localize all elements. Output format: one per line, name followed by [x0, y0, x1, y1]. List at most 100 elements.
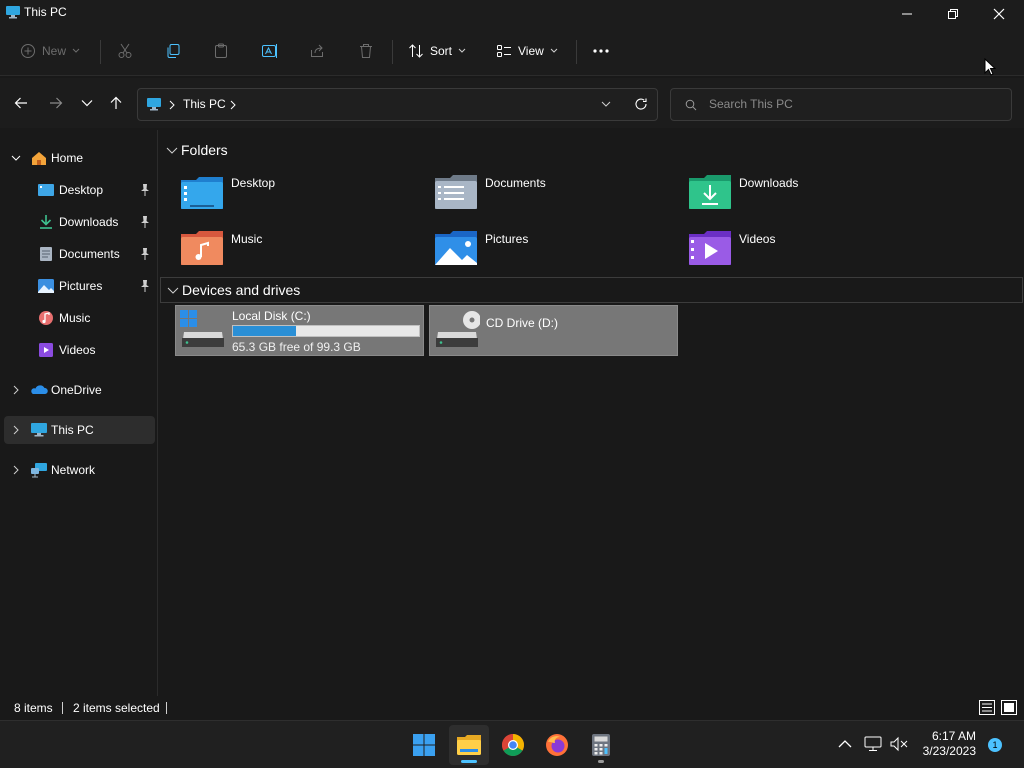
taskbar-file-explorer[interactable]	[449, 725, 489, 765]
folder-pictures[interactable]: Pictures	[434, 228, 684, 278]
folder-desktop[interactable]: Desktop	[180, 172, 430, 222]
desktop-folder-icon	[181, 177, 223, 209]
volume-muted-icon[interactable]	[890, 736, 908, 752]
taskbar: 6:17 AM 3/23/2023 1	[0, 720, 1024, 768]
view-button[interactable]: View	[496, 38, 558, 64]
network-status-icon[interactable]	[864, 736, 882, 752]
sidebar-item-label: Documents	[59, 247, 120, 261]
pictures-folder-icon	[435, 231, 477, 265]
search-input[interactable]	[709, 97, 999, 111]
forward-button[interactable]	[45, 92, 67, 114]
folder-downloads[interactable]: Downloads	[688, 172, 938, 222]
rename-button[interactable]	[261, 38, 279, 64]
network-icon	[31, 463, 47, 478]
folder-documents[interactable]: Documents	[434, 172, 684, 222]
restore-button[interactable]	[930, 0, 976, 28]
recent-locations-button[interactable]	[76, 92, 98, 114]
chevron-right-icon[interactable]	[10, 424, 22, 436]
close-button[interactable]	[976, 0, 1022, 28]
drive-cd-d[interactable]: CD Drive (D:)	[429, 305, 678, 356]
folder-videos[interactable]: Videos	[688, 228, 938, 278]
drives-section-header[interactable]: Devices and drives	[160, 277, 1023, 303]
hard-drive-icon	[180, 310, 224, 347]
command-bar: New Sort View	[0, 28, 1024, 76]
this-pc-icon	[6, 6, 20, 19]
clock[interactable]: 6:17 AM 3/23/2023	[923, 729, 976, 759]
firefox-icon	[546, 734, 568, 756]
refresh-icon[interactable]	[634, 97, 648, 111]
sidebar-item-desktop[interactable]: Desktop	[4, 176, 155, 204]
sidebar-item-label: Home	[51, 151, 84, 165]
folders-section-header[interactable]: Folders	[160, 138, 460, 164]
view-label: View	[518, 44, 544, 58]
drive-usage-fill	[233, 326, 297, 336]
music-folder-icon	[181, 231, 223, 265]
minimize-button[interactable]	[884, 0, 930, 28]
title-bar: This PC	[0, 0, 1024, 28]
folder-label: Videos	[739, 232, 776, 246]
folder-label: Documents	[485, 176, 546, 190]
folder-label: Music	[231, 232, 263, 246]
breadcrumb-this-pc[interactable]: This PC	[183, 97, 226, 111]
chevron-right-icon[interactable]	[230, 100, 236, 110]
search-icon	[685, 99, 697, 111]
minimize-icon	[902, 13, 912, 15]
sidebar-item-label: This PC	[51, 423, 94, 437]
navigation-pane: Home Desktop Downloads Documents Picture…	[0, 130, 158, 696]
chevron-down-icon[interactable]	[10, 152, 22, 164]
taskbar-firefox[interactable]	[537, 725, 577, 765]
sidebar-item-downloads[interactable]: Downloads	[4, 208, 155, 236]
back-button[interactable]	[10, 92, 32, 114]
running-indicator	[598, 760, 604, 763]
active-indicator	[461, 760, 477, 763]
more-options-button[interactable]	[592, 38, 610, 64]
cut-button[interactable]	[117, 38, 133, 64]
copy-button[interactable]	[165, 38, 181, 64]
sidebar-item-onedrive[interactable]: OneDrive	[4, 376, 155, 404]
details-view-icon[interactable]	[979, 700, 995, 715]
home-icon	[32, 152, 46, 165]
chevron-up-icon[interactable]	[838, 739, 852, 749]
divider	[100, 40, 101, 64]
mouse-cursor-icon	[984, 58, 996, 76]
status-bar: 8 items 2 items selected	[0, 696, 1024, 720]
search-box[interactable]	[670, 88, 1012, 121]
sort-button[interactable]: Sort	[408, 38, 466, 64]
delete-button[interactable]	[358, 38, 374, 64]
sidebar-item-label: Network	[51, 463, 96, 477]
sidebar-item-pictures[interactable]: Pictures	[4, 272, 155, 300]
folder-label: Pictures	[485, 232, 529, 246]
sidebar-item-documents[interactable]: Documents	[4, 240, 155, 268]
sidebar-item-music[interactable]: Music	[4, 304, 155, 332]
documents-icon	[40, 247, 52, 261]
chevron-right-icon[interactable]	[10, 464, 22, 476]
desktop-icon	[38, 184, 54, 196]
window-title: This PC	[24, 5, 67, 19]
view-icon	[497, 45, 511, 57]
sidebar-item-home[interactable]: Home	[4, 144, 155, 172]
drive-local-disk-c[interactable]: Local Disk (C:) 65.3 GB free of 99.3 GB	[175, 305, 424, 356]
up-button[interactable]	[105, 92, 127, 114]
chevron-down-icon[interactable]	[601, 101, 611, 108]
pin-icon	[141, 216, 149, 228]
address-bar[interactable]: This PC	[137, 88, 658, 121]
chevron-down-icon	[166, 147, 178, 154]
start-button[interactable]	[404, 725, 444, 765]
folder-music[interactable]: Music	[180, 228, 430, 278]
paste-button[interactable]	[213, 38, 229, 64]
notification-badge[interactable]: 1	[988, 738, 1002, 752]
pictures-icon	[38, 279, 54, 293]
chevron-right-icon[interactable]	[10, 384, 22, 396]
sidebar-item-label: Desktop	[59, 183, 104, 197]
taskbar-chrome[interactable]	[493, 725, 533, 765]
sidebar-item-network[interactable]: Network	[4, 456, 155, 484]
sort-label: Sort	[430, 44, 453, 58]
sidebar-item-this-pc[interactable]: This PC	[4, 416, 155, 444]
sidebar-item-videos[interactable]: Videos	[4, 336, 155, 364]
new-button[interactable]: New	[20, 38, 80, 64]
share-button[interactable]	[309, 38, 325, 64]
tiles-view-icon[interactable]	[1001, 700, 1017, 715]
this-pc-icon	[31, 423, 47, 437]
pin-icon	[141, 280, 149, 292]
taskbar-calculator[interactable]	[581, 725, 621, 765]
